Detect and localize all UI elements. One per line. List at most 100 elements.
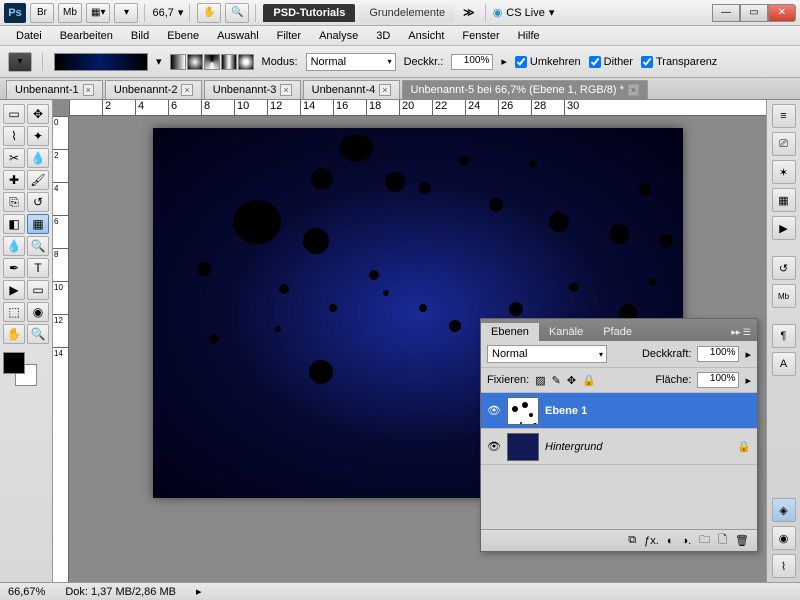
zoom-tool[interactable]: 🔍 — [27, 324, 49, 344]
history-brush-tool[interactable]: ↺ — [27, 192, 49, 212]
status-doc[interactable]: Dok: 1,37 MB/2,86 MB — [65, 586, 176, 598]
lock-all-icon[interactable]: 🔒 — [582, 374, 596, 387]
menu-filter[interactable]: Filter — [269, 28, 309, 44]
opacity-input[interactable]: 100% — [451, 54, 493, 70]
hand-button[interactable]: ✋ — [197, 3, 221, 23]
menu-analyse[interactable]: Analyse — [311, 28, 366, 44]
type-tool[interactable]: T — [27, 258, 49, 278]
lock-move-icon[interactable]: ✥ — [567, 374, 576, 387]
close-icon[interactable]: × — [280, 84, 291, 96]
3d-camera-tool[interactable]: ◉ — [27, 302, 49, 322]
workspace-tab[interactable]: Grundelemente — [359, 4, 455, 22]
maximize-button[interactable]: ▭ — [740, 4, 768, 22]
bridge-button[interactable]: Br — [30, 3, 54, 23]
zoom-level[interactable]: 66,7 — [152, 7, 173, 19]
close-icon[interactable]: × — [181, 84, 192, 96]
close-button[interactable]: ✕ — [768, 4, 796, 22]
blend-mode-dropdown[interactable]: Normal — [306, 53, 396, 71]
arrange-button[interactable]: ▦▾ — [86, 3, 110, 23]
layer-blend-dropdown[interactable]: Normal — [487, 345, 607, 363]
ruler-vertical[interactable]: 02468101214 — [53, 116, 69, 582]
menu-bild[interactable]: Bild — [123, 28, 157, 44]
transparency-check[interactable]: Transparenz — [641, 56, 717, 68]
brush-tool[interactable]: 🖌 — [27, 170, 49, 190]
eyedropper-tool[interactable]: 💧 — [27, 148, 49, 168]
fill-input[interactable]: 100% — [697, 372, 739, 388]
tool-preset[interactable]: ▾ — [8, 52, 32, 72]
linear-gradient-icon[interactable] — [170, 54, 186, 70]
heal-tool[interactable]: ✚ — [3, 170, 25, 190]
workspace-more[interactable]: ≫ — [459, 6, 479, 19]
radial-gradient-icon[interactable] — [187, 54, 203, 70]
visibility-icon[interactable]: 👁 — [487, 440, 501, 453]
crop-tool[interactable]: ✂ — [3, 148, 25, 168]
layer-thumbnail[interactable] — [507, 433, 539, 461]
shape-tool[interactable]: ▭ — [27, 280, 49, 300]
mask-icon[interactable]: ◐ — [667, 535, 674, 547]
angle-gradient-icon[interactable] — [204, 54, 220, 70]
new-layer-icon[interactable]: 🗋 — [718, 531, 727, 550]
tab-kanaele[interactable]: Kanäle — [539, 323, 593, 341]
workspace-tab-active[interactable]: PSD-Tutorials — [263, 4, 355, 22]
zoom-button[interactable]: 🔍 — [225, 3, 249, 23]
ruler-horizontal[interactable]: 24681012141618202224262830 — [69, 100, 766, 116]
cslive-button[interactable]: CS Live — [506, 7, 545, 19]
tab-ebenen[interactable]: Ebenen — [481, 323, 539, 341]
menu-fenster[interactable]: Fenster — [454, 28, 507, 44]
gradient-tool[interactable]: ▦ — [27, 214, 49, 234]
doctab-2[interactable]: Unbenannt-2× — [105, 80, 202, 99]
menu-ansicht[interactable]: Ansicht — [400, 28, 452, 44]
blur-tool[interactable]: 💧 — [3, 236, 25, 256]
reverse-check[interactable]: Umkehren — [515, 56, 581, 68]
panel-icon[interactable]: ▦ — [772, 188, 796, 212]
paths-panel-icon[interactable]: ⌇ — [772, 554, 796, 578]
panel-icon[interactable]: A — [772, 352, 796, 376]
panel-icon[interactable]: ≡ — [772, 104, 796, 128]
lasso-tool[interactable]: ⌇ — [3, 126, 25, 146]
tab-pfade[interactable]: Pfade — [593, 323, 642, 341]
menu-hilfe[interactable]: Hilfe — [510, 28, 548, 44]
menu-datei[interactable]: Datei — [8, 28, 50, 44]
hand-tool[interactable]: ✋ — [3, 324, 25, 344]
extras-button[interactable]: ▾ — [114, 3, 138, 23]
minimize-button[interactable]: — — [712, 4, 740, 22]
trash-icon[interactable]: 🗑 — [735, 534, 749, 547]
panel-icon[interactable]: ¶ — [772, 324, 796, 348]
layer-opacity-input[interactable]: 100% — [697, 346, 739, 362]
pen-tool[interactable]: ✒ — [3, 258, 25, 278]
link-layers-icon[interactable]: ⧉ — [628, 534, 636, 547]
3d-tool[interactable]: ⬚ — [3, 302, 25, 322]
dodge-tool[interactable]: 🔍 — [27, 236, 49, 256]
move-tool[interactable]: ✥ — [27, 104, 49, 124]
menu-ebene[interactable]: Ebene — [159, 28, 207, 44]
layer-thumbnail[interactable] — [507, 397, 539, 425]
layer-name[interactable]: Hintergrund — [545, 441, 602, 453]
eraser-tool[interactable]: ◧ — [3, 214, 25, 234]
minibridge-button[interactable]: Mb — [58, 3, 82, 23]
doctab-1[interactable]: Unbenannt-1× — [6, 80, 103, 99]
close-icon[interactable]: × — [379, 84, 390, 96]
channels-panel-icon[interactable]: ◉ — [772, 526, 796, 550]
reflected-gradient-icon[interactable] — [221, 54, 237, 70]
panel-icon[interactable]: ▶ — [772, 216, 796, 240]
layers-panel[interactable]: Ebenen Kanäle Pfade ▸▸ ☰ Normal Deckkraf… — [480, 318, 758, 552]
doctab-3[interactable]: Unbenannt-3× — [204, 80, 301, 99]
doctab-4[interactable]: Unbenannt-4× — [303, 80, 400, 99]
status-zoom[interactable]: 66,67% — [8, 586, 45, 598]
lock-brush-icon[interactable]: ✎ — [552, 374, 561, 387]
close-icon[interactable]: × — [83, 84, 94, 96]
doctab-5-active[interactable]: Unbenannt-5 bei 66,7% (Ebene 1, RGB/8) *… — [402, 80, 649, 99]
marquee-tool[interactable]: ▭ — [3, 104, 25, 124]
layer-name[interactable]: Ebene 1 — [545, 405, 587, 417]
menu-3d[interactable]: 3D — [368, 28, 398, 44]
path-select-tool[interactable]: ▶ — [3, 280, 25, 300]
layers-panel-icon[interactable]: ◈ — [772, 498, 796, 522]
group-icon[interactable]: 🗀 — [699, 531, 710, 550]
layer-row[interactable]: 👁 Hintergrund 🔒 — [481, 429, 757, 465]
dither-check[interactable]: Dither — [589, 56, 633, 68]
panel-icon[interactable]: Mb — [772, 284, 796, 308]
close-icon[interactable]: × — [628, 84, 639, 96]
menu-auswahl[interactable]: Auswahl — [209, 28, 267, 44]
panel-icon[interactable]: ✶ — [772, 160, 796, 184]
panel-icon[interactable]: ↺ — [772, 256, 796, 280]
